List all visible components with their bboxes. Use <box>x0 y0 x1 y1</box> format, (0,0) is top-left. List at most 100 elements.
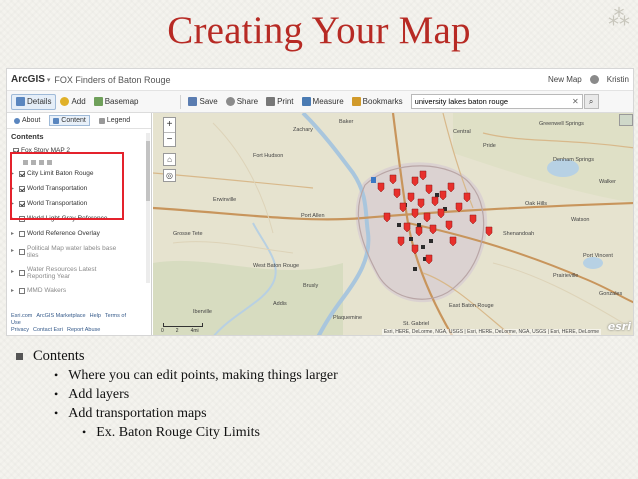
map-pin-marker[interactable] <box>425 254 433 265</box>
esri-logo: esri <box>607 320 631 333</box>
slide-title: Creating Your Map <box>167 9 471 52</box>
details-button[interactable]: Details <box>11 93 57 110</box>
zoom-out-button[interactable]: − <box>164 132 175 147</box>
tab-about[interactable]: About <box>11 116 43 125</box>
bookmarks-button[interactable]: Bookmarks <box>348 94 407 110</box>
print-button[interactable]: Print <box>262 94 297 110</box>
point-marker-dark[interactable] <box>409 237 413 241</box>
map-place-label: Grosse Tete <box>173 231 203 237</box>
user-name[interactable]: Kristin <box>607 75 629 84</box>
point-marker-dark[interactable] <box>429 239 433 243</box>
map-view[interactable]: + − ⌂ ◎ Baker Zachary Central Pride Gree… <box>153 113 634 336</box>
layer-item[interactable]: ▸ MMD Wakers <box>7 283 151 298</box>
points-layer[interactable] <box>153 113 634 336</box>
footer-link[interactable]: Privacy <box>11 327 29 333</box>
locate-button[interactable]: ◎ <box>163 169 176 182</box>
layer-checkbox[interactable] <box>19 269 25 276</box>
locate-icon: ◎ <box>166 171 173 180</box>
map-pin-marker[interactable] <box>445 220 453 231</box>
arcgis-logo[interactable]: ArcGIS <box>11 74 45 85</box>
layer-checkbox[interactable] <box>19 230 25 237</box>
layer-item[interactable]: ▸ World Reference Overlay <box>7 226 151 241</box>
map-pin-marker[interactable] <box>403 222 411 233</box>
map-pin-marker[interactable] <box>399 202 407 213</box>
measure-icon <box>301 97 311 106</box>
basemap-icon <box>93 97 103 106</box>
map-pin-marker[interactable] <box>397 236 405 247</box>
map-place-label: Erwinville <box>213 197 237 203</box>
home-button[interactable]: ⌂ <box>163 153 176 166</box>
map-pin-marker[interactable] <box>423 212 431 223</box>
map-pin-marker[interactable] <box>415 226 423 237</box>
footer-link[interactable]: Esri.com <box>11 313 32 319</box>
share-button[interactable]: Share <box>222 94 262 110</box>
map-pin-marker[interactable] <box>449 236 457 247</box>
map-pin-marker[interactable] <box>429 224 437 235</box>
measure-button[interactable]: Measure <box>298 94 348 110</box>
measure-label: Measure <box>312 97 344 106</box>
user-avatar-icon[interactable] <box>589 75 599 84</box>
point-marker-dark[interactable] <box>435 193 439 197</box>
scale-labels: 0 2 4mi <box>161 328 199 334</box>
footer-link[interactable]: Help <box>90 313 101 319</box>
scale-label: 2 <box>175 328 179 334</box>
map-pin-marker[interactable] <box>419 170 427 181</box>
map-pin-marker[interactable] <box>377 182 385 193</box>
search-input[interactable] <box>414 97 555 106</box>
search-button[interactable]: ⌕ <box>583 94 599 109</box>
map-place-label: Port Allen <box>301 213 325 219</box>
selected-point-marker[interactable] <box>371 177 376 183</box>
expand-caret-icon[interactable]: ▸ <box>11 230 17 237</box>
map-pin-marker[interactable] <box>431 196 439 207</box>
expand-caret-icon[interactable]: ▸ <box>11 287 17 294</box>
sidebar-scrollbar[interactable] <box>146 133 150 283</box>
map-pin-marker[interactable] <box>439 190 447 201</box>
layer-item[interactable]: ▸ Political Map water labels base tiles <box>7 241 151 262</box>
map-pin-marker[interactable] <box>393 188 401 199</box>
bullet-level1: Contents <box>14 346 624 366</box>
bullet-dot-icon: • <box>54 368 59 382</box>
zoom-in-button[interactable]: + <box>164 118 175 132</box>
point-marker-dark[interactable] <box>421 245 425 249</box>
scrollbar-thumb[interactable] <box>146 141 150 201</box>
tab-content[interactable]: Content <box>49 115 90 126</box>
expand-caret-icon[interactable]: ▸ <box>11 269 17 276</box>
chevron-down-icon[interactable]: ▾ <box>47 76 51 84</box>
clear-search-icon[interactable]: ✕ <box>572 97 579 106</box>
overview-map-thumbnail[interactable] <box>619 114 633 126</box>
bullet-dot-icon: • <box>54 387 59 401</box>
map-pin-marker[interactable] <box>447 182 455 193</box>
share-label: Share <box>236 97 259 106</box>
layer-item[interactable]: ▸ Water Resources Latest Reporting Year <box>7 262 151 283</box>
map-pin-marker[interactable] <box>455 202 463 213</box>
point-marker-dark[interactable] <box>413 267 417 271</box>
expand-caret-icon[interactable]: ▸ <box>11 248 17 255</box>
map-pin-marker[interactable] <box>425 184 433 195</box>
basemap-button[interactable]: Basemap <box>90 94 143 110</box>
map-pin-marker[interactable] <box>469 214 477 225</box>
map-pin-marker[interactable] <box>383 212 391 223</box>
map-pin-marker[interactable] <box>463 192 471 203</box>
map-pin-marker[interactable] <box>407 192 415 203</box>
new-map-link[interactable]: New Map <box>548 75 582 84</box>
add-button[interactable]: Add <box>56 94 89 110</box>
map-pin-marker[interactable] <box>417 198 425 209</box>
zoom-control: + − <box>163 117 176 147</box>
point-marker-dark[interactable] <box>417 223 421 227</box>
map-pin-marker[interactable] <box>389 174 397 185</box>
footer-link[interactable]: ArcGIS Marketplace <box>36 313 85 319</box>
footer-link[interactable]: Contact Esri <box>33 327 63 333</box>
save-button[interactable]: Save <box>184 94 221 110</box>
map-place-label: Greenwell Springs <box>539 121 584 127</box>
map-pin-marker[interactable] <box>437 208 445 219</box>
tab-legend[interactable]: Legend <box>96 116 133 125</box>
footer-link[interactable]: Report Abuse <box>67 327 100 333</box>
point-marker-dark[interactable] <box>397 223 401 227</box>
map-pin-marker[interactable] <box>411 176 419 187</box>
map-pin-marker[interactable] <box>485 226 493 237</box>
layer-checkbox[interactable] <box>19 248 25 255</box>
map-pin-marker[interactable] <box>411 208 419 219</box>
map-pin-marker[interactable] <box>411 244 419 255</box>
layer-checkbox[interactable] <box>19 287 25 294</box>
scale-label: 0 <box>161 328 164 334</box>
